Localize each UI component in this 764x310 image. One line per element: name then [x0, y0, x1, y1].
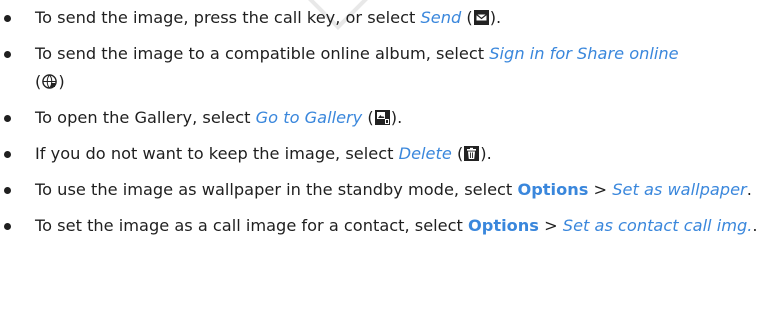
bullet [4, 151, 11, 158]
envelope-icon [473, 10, 489, 25]
paren-close: ). [480, 144, 492, 163]
globe-share-icon [42, 74, 58, 89]
trash-icon [464, 146, 480, 161]
options-keyword[interactable]: Options [468, 216, 539, 235]
set-as-contact-call-img-link[interactable]: Set as contact call img. [563, 216, 753, 235]
paren-close: ). [489, 8, 502, 27]
gallery-icon [374, 110, 390, 125]
set-as-wallpaper-link[interactable]: Set as wallpaper [612, 180, 746, 199]
item-text: To send the image to a compatible online… [35, 44, 490, 63]
sign-in-share-online-link[interactable]: Sign in for Share online [489, 44, 678, 63]
list-item-share-online: To send the image to a compatible online… [0, 40, 764, 96]
paren-open: ( [362, 108, 374, 127]
send-link[interactable]: Send [420, 8, 461, 27]
item-text: If you do not want to keep the image, se… [35, 144, 399, 163]
go-to-gallery-link[interactable]: Go to Gallery [256, 108, 363, 127]
item-text: To use the image as wallpaper in the sta… [35, 180, 518, 199]
paren-close: ) [58, 72, 65, 91]
period: . [746, 180, 752, 199]
list-item-contact-image: To set the image as a call image for a c… [0, 212, 764, 240]
bullet [4, 223, 11, 230]
path-separator: > [588, 180, 613, 199]
item-text: To open the Gallery, select [35, 108, 256, 127]
delete-link[interactable]: Delete [399, 144, 452, 163]
bullet [4, 15, 11, 22]
paren-open: ( [35, 72, 42, 91]
instruction-list: To send the image, press the call key, o… [0, 4, 764, 248]
bullet [4, 51, 11, 58]
paren-close: ). [390, 108, 403, 127]
paren-open: ( [451, 144, 464, 163]
item-text: To send the image, press the call key, o… [35, 8, 421, 27]
list-item-wallpaper: To use the image as wallpaper in the sta… [0, 176, 764, 204]
list-item-delete: If you do not want to keep the image, se… [0, 140, 764, 168]
item-text: To set the image as a call image for a c… [35, 216, 469, 235]
list-item-send: To send the image, press the call key, o… [0, 4, 764, 32]
options-keyword[interactable]: Options [517, 180, 588, 199]
period: . [752, 216, 758, 235]
bullet [4, 187, 11, 194]
list-item-gallery: To open the Gallery, select Go to Galler… [0, 104, 764, 132]
path-separator: > [538, 216, 563, 235]
paren-open: ( [461, 8, 473, 27]
bullet [4, 115, 11, 122]
